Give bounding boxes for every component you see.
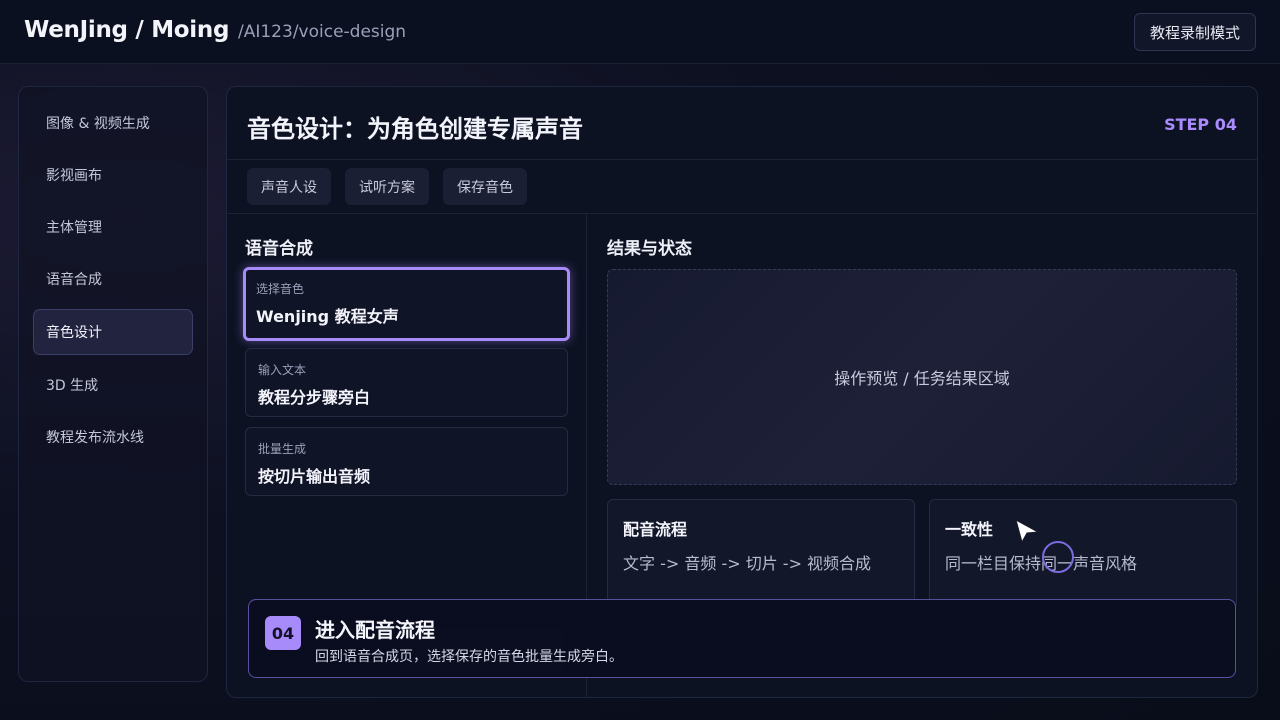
consistency-desc: 同一栏目保持同一声音风格 (945, 554, 1138, 573)
tab-voice-persona[interactable]: 声音人设 (247, 168, 331, 205)
card-select-voice[interactable]: 选择音色 Wenjing 教程女声 (243, 267, 570, 341)
step-badge: 04 (265, 616, 301, 650)
sidebar-item-subject-management[interactable]: 主体管理 (33, 204, 193, 250)
tab-audition-plan[interactable]: 试听方案 (345, 168, 429, 205)
tabs-divider (227, 213, 1257, 214)
click-indicator-ring (1042, 541, 1074, 573)
consistency-card: 一致性 同一栏目保持同一声音风格 (929, 499, 1237, 609)
banner-description: 回到语音合成页，选择保存的音色批量生成旁白。 (315, 649, 623, 665)
preview-area: 操作预览 / 任务结果区域 (607, 269, 1237, 485)
card-value: Wenjing 教程女声 (256, 307, 399, 326)
dubbing-flow-card: 配音流程 文字 -> 音频 -> 切片 -> 视频合成 (607, 499, 915, 609)
results-status-title: 结果与状态 (607, 239, 692, 259)
tutorial-record-mode-button[interactable]: 教程录制模式 (1134, 13, 1256, 51)
sidebar-item-3d-generation[interactable]: 3D 生成 (33, 362, 193, 408)
sidebar-item-image-video[interactable]: 图像 & 视频生成 (33, 100, 193, 146)
mouse-cursor-icon (1015, 518, 1040, 544)
step-label: STEP 04 (1164, 115, 1237, 134)
card-batch-generate[interactable]: 批量生成 按切片输出音频 (245, 427, 568, 496)
dubbing-flow-title: 配音流程 (623, 520, 688, 539)
tab-save-voice[interactable]: 保存音色 (443, 168, 527, 205)
header-divider (227, 159, 1257, 160)
sidebar-item-publish-pipeline[interactable]: 教程发布流水线 (33, 414, 193, 460)
step-banner: 04 进入配音流程 回到语音合成页，选择保存的音色批量生成旁白。 (248, 599, 1236, 678)
card-label: 选择音色 (256, 282, 305, 296)
card-label: 输入文本 (258, 363, 307, 377)
breadcrumb-path: /AI123/voice-design (238, 22, 407, 42)
card-input-text[interactable]: 输入文本 教程分步骤旁白 (245, 348, 568, 417)
card-value: 按切片输出音频 (258, 467, 371, 486)
sidebar-item-voice-design[interactable]: 音色设计 (33, 309, 193, 355)
page-title: 音色设计：为角色创建专属声音 (247, 115, 583, 143)
card-label: 批量生成 (258, 442, 307, 456)
preview-placeholder: 操作预览 / 任务结果区域 (834, 369, 1010, 388)
brand-title: WenJing / Moing (24, 17, 230, 43)
sidebar-item-film-canvas[interactable]: 影视画布 (33, 152, 193, 198)
banner-title: 进入配音流程 (315, 618, 435, 642)
sidebar: 图像 & 视频生成 影视画布 主体管理 语音合成 音色设计 3D 生成 教程发布… (18, 86, 208, 682)
consistency-title: 一致性 (945, 520, 994, 539)
card-value: 教程分步骤旁白 (258, 388, 371, 407)
dubbing-flow-desc: 文字 -> 音频 -> 切片 -> 视频合成 (623, 554, 872, 573)
speech-synthesis-title: 语音合成 (245, 239, 313, 259)
top-bar: WenJing / Moing /AI123/voice-design 教程录制… (0, 0, 1280, 64)
sidebar-item-speech-synthesis[interactable]: 语音合成 (33, 256, 193, 302)
